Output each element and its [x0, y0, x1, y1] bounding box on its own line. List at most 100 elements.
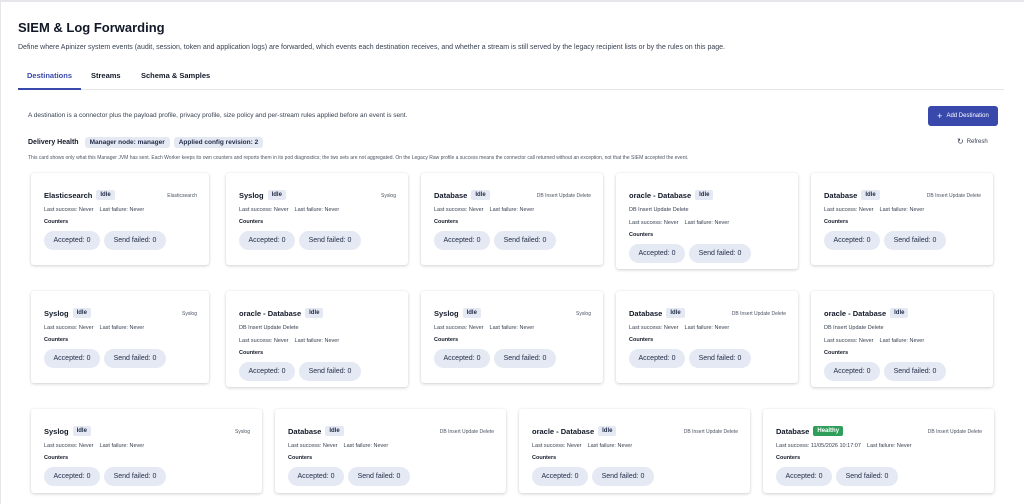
destination-card[interactable]: Database Idle DB Insert Update Delete Last … — [421, 173, 603, 265]
tab-schema-samples[interactable]: Schema & Samples — [132, 66, 219, 90]
card-title: Syslog Idle — [434, 308, 481, 318]
card-title: Syslog Idle — [44, 426, 91, 436]
status-badge: Idle — [462, 308, 481, 318]
last-success: Last success: Never — [629, 325, 679, 331]
page-title: SIEM & Log Forwarding — [18, 20, 165, 35]
send-failed-counter: Send failed: 0 — [494, 349, 556, 368]
status-badge: Idle — [325, 426, 344, 436]
accepted-counter: Accepted: 0 — [44, 231, 100, 250]
last-failure: Last failure: Never — [879, 207, 925, 213]
counters-label: Counters — [532, 455, 557, 461]
tab-destinations[interactable]: Destinations — [18, 66, 82, 90]
status-badge: Idle — [72, 308, 91, 318]
send-failed-counter: Send failed: 0 — [689, 349, 751, 368]
counters-label: Counters — [434, 219, 459, 225]
destination-card[interactable]: oracle - Database Idle DB Insert Update De… — [519, 409, 750, 493]
destination-card[interactable]: Database Idle DB Insert Update Delete Last … — [275, 409, 506, 493]
last-success: Last success: Never — [629, 220, 679, 226]
accepted-counter: Accepted: 0 — [239, 231, 295, 250]
connector-type: Syslog — [234, 429, 250, 435]
send-failed-counter: Send failed: 0 — [689, 244, 751, 263]
status-badge: Idle — [598, 426, 617, 436]
last-success: Last success: Never — [44, 443, 94, 449]
destination-name: oracle - Database — [824, 308, 887, 318]
counters-label: Counters — [44, 337, 69, 343]
delivery-stats: Last success: Never Last failure: Never — [434, 325, 534, 331]
send-failed-counter: Send failed: 0 — [884, 362, 946, 381]
destination-card[interactable]: Syslog Idle Syslog Last success: Never Last … — [31, 291, 209, 383]
last-success: Last success: Never — [434, 325, 484, 331]
accepted-counter: Accepted: 0 — [776, 467, 832, 486]
destination-card[interactable]: oracle - Database Idle DB Insert Update De… — [226, 291, 408, 387]
card-title: oracle - Database Idle — [532, 426, 617, 436]
last-failure: Last failure: Never — [684, 325, 730, 331]
refresh-icon: ↻ — [957, 137, 964, 146]
destination-card[interactable]: Syslog Idle Syslog Last success: Never Last … — [31, 409, 262, 493]
delivery-health-note: This card shows only what this Manager J… — [28, 155, 689, 161]
status-badge: Idle — [890, 308, 909, 318]
counters-label: Counters — [824, 219, 849, 225]
last-success: Last success: Never — [824, 207, 874, 213]
accepted-counter: Accepted: 0 — [44, 467, 100, 486]
destination-card[interactable]: Database Idle DB Insert Update Delete Last … — [616, 291, 798, 383]
connector-type: Syslog — [380, 193, 396, 199]
accepted-counter: Accepted: 0 — [434, 349, 490, 368]
last-success: Last success: Never — [532, 443, 582, 449]
last-failure: Last failure: Never — [99, 207, 145, 213]
status-badge: Idle — [471, 190, 490, 200]
plus-icon: + — [937, 110, 943, 121]
send-failed-counter: Send failed: 0 — [104, 231, 166, 250]
connector-type: DB Insert Update Delete — [439, 429, 494, 435]
connector-type: Syslog — [181, 311, 197, 317]
counters-label: Counters — [629, 232, 654, 238]
tab-streams[interactable]: Streams — [82, 66, 130, 90]
last-failure: Last failure: Never — [684, 220, 730, 226]
connector-subtitle: DB Insert Update Delete — [239, 325, 299, 331]
delivery-stats: Last success: Never Last failure: Never — [44, 443, 144, 449]
connector-type: DB Insert Update Delete — [927, 429, 982, 435]
card-title: Database Idle — [288, 426, 344, 436]
destination-card[interactable]: Database Healthy DB Insert Update Delete La… — [763, 409, 994, 493]
add-destination-button[interactable]: + Add Destination — [928, 106, 998, 126]
destination-name: Database — [776, 426, 810, 436]
last-success: Last success: Never — [434, 207, 484, 213]
destination-name: Database — [629, 308, 663, 318]
last-success: Last success: Never — [239, 338, 289, 344]
destination-name: oracle - Database — [239, 308, 302, 318]
destination-card[interactable]: Elasticsearch Idle Elasticsearch Last succe… — [31, 173, 209, 265]
delivery-stats: Last success: Never Last failure: Never — [824, 338, 924, 344]
status-badge: Healthy — [813, 426, 844, 436]
destination-card[interactable]: oracle - Database Idle DB Insert Update De… — [811, 291, 993, 387]
destination-name: Elasticsearch — [44, 190, 93, 200]
last-failure: Last failure: Never — [343, 443, 389, 449]
manager-node-chip: Manager node: manager — [84, 137, 170, 148]
destination-card[interactable]: Syslog Idle Syslog Last success: Never Last … — [226, 173, 408, 265]
page-description: Define where Apinizer system events (aud… — [18, 44, 725, 51]
connector-subtitle: DB Insert Update Delete — [629, 207, 689, 213]
counters-label: Counters — [434, 337, 459, 343]
send-failed-counter: Send failed: 0 — [104, 467, 166, 486]
destination-name: Syslog — [44, 308, 69, 318]
destination-name: Syslog — [239, 190, 264, 200]
delivery-stats: Last success: Never Last failure: Never — [629, 220, 729, 226]
destination-name: oracle - Database — [629, 190, 692, 200]
destination-card[interactable]: Database Idle DB Insert Update Delete Last … — [811, 173, 993, 265]
refresh-button[interactable]: ↻ Refresh — [957, 138, 988, 146]
destination-name: Database — [434, 190, 468, 200]
delivery-stats: Last success: Never Last failure: Never — [44, 325, 144, 331]
delivery-stats: Last success: Never Last failure: Never — [239, 207, 339, 213]
status-badge: Idle — [267, 190, 286, 200]
delivery-stats: Last success: Never Last failure: Never — [824, 207, 924, 213]
last-success: Last success: Never — [824, 338, 874, 344]
destination-card[interactable]: oracle - Database Idle DB Insert Update De… — [616, 173, 798, 269]
destination-card[interactable]: Syslog Idle Syslog Last success: Never Last … — [421, 291, 603, 383]
last-success: Last success: 11/05/2026 10:17:07 — [776, 443, 861, 449]
card-title: Database Idle — [434, 190, 490, 200]
counters-label: Counters — [44, 455, 69, 461]
send-failed-counter: Send failed: 0 — [348, 467, 410, 486]
card-title: Database Idle — [824, 190, 880, 200]
last-failure: Last failure: Never — [99, 325, 145, 331]
status-badge: Idle — [695, 190, 714, 200]
accepted-counter: Accepted: 0 — [239, 362, 295, 381]
status-badge: Idle — [666, 308, 685, 318]
